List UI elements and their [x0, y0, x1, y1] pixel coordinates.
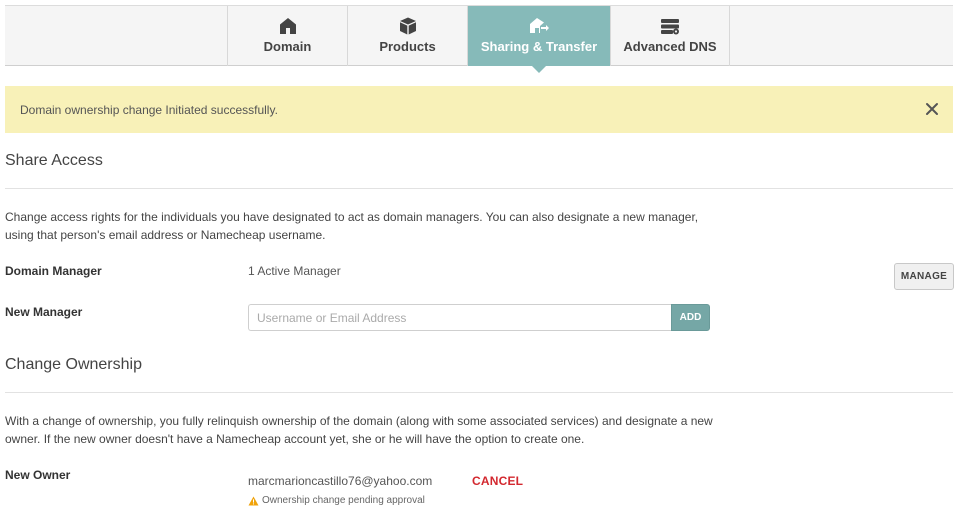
page: Domain Products Sharing & Transfer Advan…	[0, 0, 975, 512]
success-alert: Domain ownership change Initiated succes…	[5, 86, 953, 133]
divider	[5, 188, 953, 189]
share-access-title: Share Access	[5, 152, 103, 169]
change-ownership-title: Change Ownership	[5, 356, 142, 373]
new-manager-group: ADD	[248, 304, 710, 331]
new-owner-email: marcmarioncastillo76@yahoo.com	[248, 474, 433, 488]
manage-button[interactable]: MANAGE	[894, 263, 954, 290]
divider	[5, 392, 953, 393]
tabs: Domain Products Sharing & Transfer Advan…	[227, 6, 730, 73]
box-icon	[399, 17, 416, 35]
tab-label: Sharing & Transfer	[480, 39, 598, 54]
domain-manager-label: Domain Manager	[5, 264, 102, 278]
domain-manager-count: 1 Active Manager	[248, 264, 341, 278]
tab-domain[interactable]: Domain	[227, 6, 347, 66]
tab-advanced-dns[interactable]: Advanced DNS	[610, 6, 730, 66]
change-ownership-description: With a change of ownership, you fully re…	[5, 414, 713, 446]
house-transfer-icon	[530, 18, 549, 33]
tab-bar: Domain Products Sharing & Transfer Advan…	[5, 5, 953, 73]
close-icon[interactable]	[923, 100, 941, 118]
cancel-ownership-link[interactable]: CANCEL	[472, 474, 523, 488]
share-access-description: Change access rights for the individuals…	[5, 210, 699, 242]
warning-icon	[248, 496, 259, 505]
pending-status: Ownership change pending approval	[248, 495, 425, 506]
tab-products[interactable]: Products	[347, 6, 467, 66]
server-settings-icon	[661, 19, 679, 35]
tab-label: Domain	[263, 39, 312, 54]
tab-label: Products	[379, 39, 436, 54]
pending-status-text: Ownership change pending approval	[262, 495, 425, 506]
tab-sharing-transfer[interactable]: Sharing & Transfer	[467, 6, 610, 73]
new-owner-label: New Owner	[5, 468, 71, 482]
alert-message: Domain ownership change Initiated succes…	[20, 102, 278, 117]
add-manager-button[interactable]: ADD	[671, 304, 710, 331]
new-manager-label: New Manager	[5, 305, 83, 319]
tab-label: Advanced DNS	[623, 39, 717, 54]
house-icon	[279, 18, 296, 34]
new-manager-input[interactable]	[248, 304, 671, 331]
